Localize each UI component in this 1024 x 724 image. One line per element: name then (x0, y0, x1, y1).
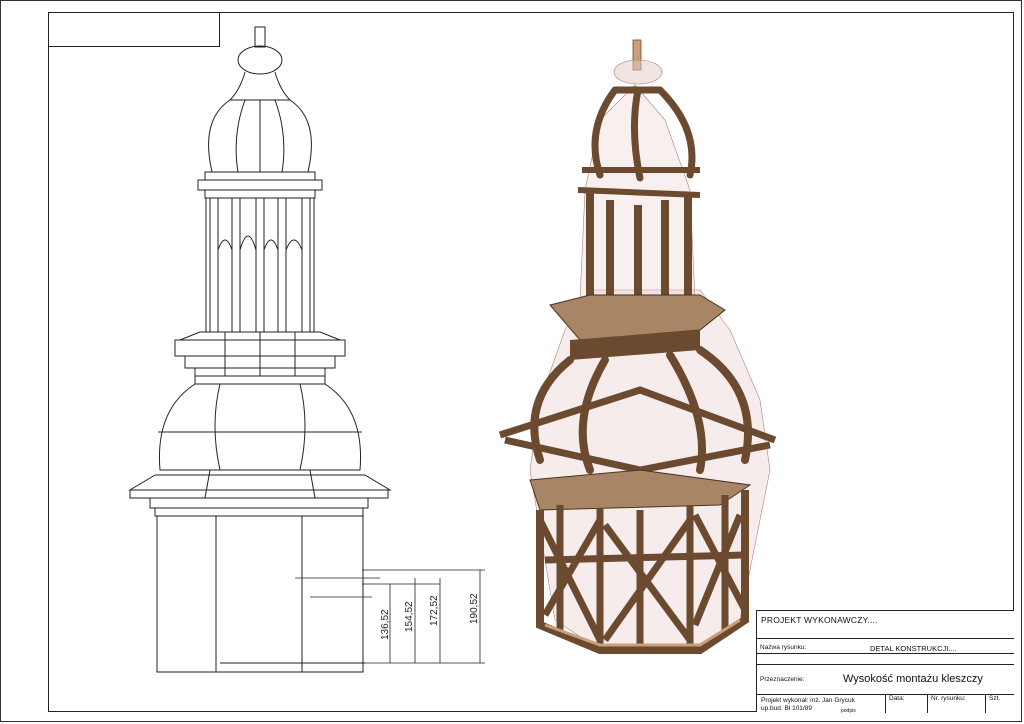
dimension-labels: 136,52 154,52 172,52 190,52 (380, 593, 480, 640)
sheet-count-cell: Szt. (985, 695, 1015, 713)
drawing-name-label: Nazwa rysunku: (760, 644, 807, 651)
drawing-number-cell: Nr. rysunku: (927, 695, 985, 713)
date-cell: Data: (885, 695, 927, 713)
tower-elevation-view (128, 26, 392, 673)
dimension-136-52: 136,52 (380, 609, 391, 640)
name-row-divider (757, 653, 1014, 654)
dimension-172-52: 172,52 (429, 595, 440, 626)
tower-3d-render (498, 39, 777, 654)
title-block-purpose-row: Przeznaczenie: Wysokość montażu kleszczy (757, 665, 1014, 695)
drawing-number-label: Nr. rysunku: (931, 695, 966, 702)
date-label: Data: (889, 695, 905, 702)
author-name: Projekt wykonał: inż. Jan Grycuk (761, 697, 855, 704)
purpose-label: Przeznaczenie: (760, 676, 805, 683)
title-block: PROJEKT WYKONAWCZY.... Nazwa rysunku: DE… (756, 610, 1015, 714)
sheet-count-label: Szt. (989, 695, 1001, 702)
purpose-value: Wysokość montażu kleszczy (843, 673, 983, 685)
drawing-name-value: DETAL KONSTRUKCJI.... (870, 644, 957, 653)
title-block-project-row: PROJEKT WYKONAWCZY.... (757, 611, 1014, 639)
project-label: PROJEKT WYKONAWCZY.... (761, 615, 878, 625)
dimension-154-52: 154,52 (404, 601, 415, 632)
title-block-name-row: Nazwa rysunku: DETAL KONSTRUKCJI.... (757, 639, 1014, 665)
drawing-sheet: 136,52 154,52 172,52 190,52 PROJEKT WYKO… (0, 0, 1024, 724)
title-block-author-row: Projekt wykonał: inż. Jan Grycuk up.bud.… (757, 695, 1015, 714)
signature-label: podpis (841, 708, 856, 714)
dimension-190-52: 190,52 (469, 593, 480, 624)
